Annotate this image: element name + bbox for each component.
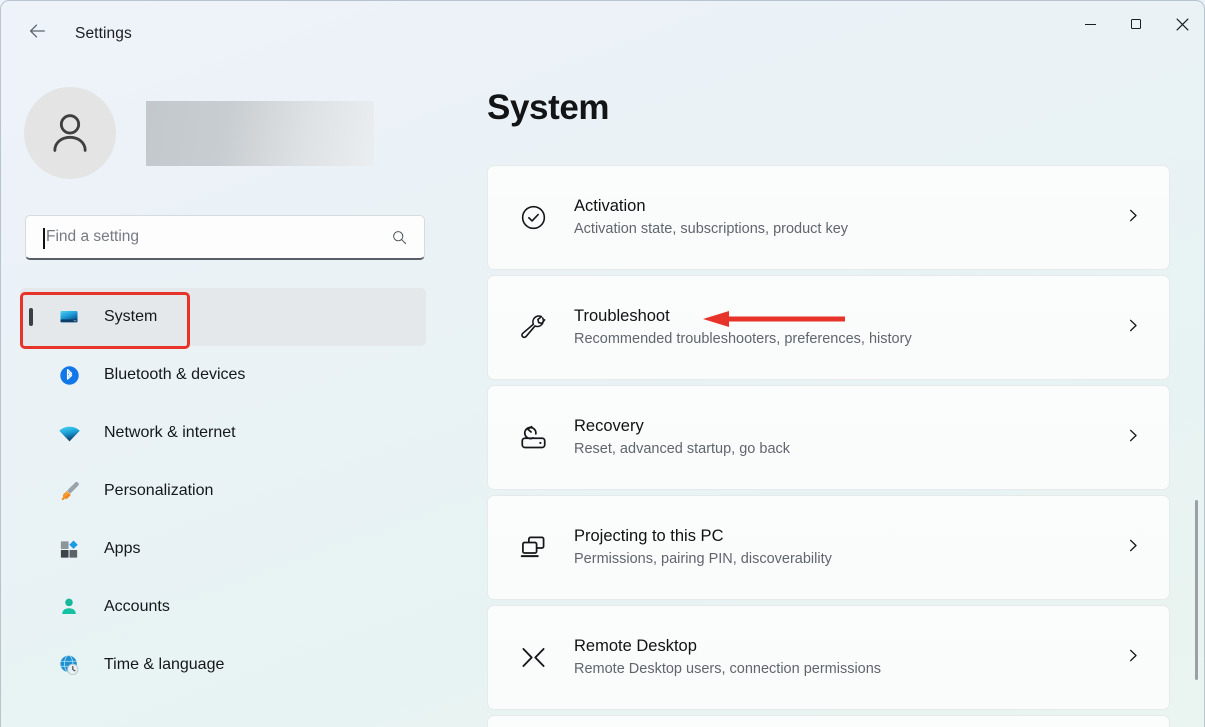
sidebar-item-label: Time & language — [104, 656, 224, 674]
search-field[interactable]: Find a setting — [25, 215, 425, 260]
sidebar-item-bluetooth-devices[interactable]: Bluetooth & devices — [20, 346, 426, 404]
card-title: Activation — [574, 195, 848, 217]
active-indicator — [29, 308, 33, 326]
close-icon — [1176, 18, 1189, 31]
card-subtitle: Reset, advanced startup, go back — [574, 440, 790, 460]
wrench-icon — [515, 310, 551, 346]
search-input[interactable]: Find a setting — [25, 215, 425, 260]
sidebar-item-personalization[interactable]: Personalization — [20, 462, 426, 520]
paintbrush-icon — [56, 478, 82, 504]
sidebar-item-label: System — [104, 308, 157, 326]
card-text: Troubleshoot Recommended troubleshooters… — [574, 305, 912, 350]
main-content: System Activation Activation state, subs… — [452, 60, 1205, 727]
chevron-right-icon[interactable] — [1125, 537, 1141, 558]
minimize-button[interactable] — [1067, 0, 1113, 48]
sidebar-item-time-language[interactable]: Time & language — [20, 636, 426, 694]
account-name-redacted — [146, 101, 374, 166]
card-title: Recovery — [574, 415, 790, 437]
card-subtitle: Activation state, subscriptions, product… — [574, 220, 848, 240]
settings-window: Settings — [0, 0, 1205, 727]
card-recovery[interactable]: Recovery Reset, advanced startup, go bac… — [487, 385, 1170, 490]
sidebar-item-network-internet[interactable]: Network & internet — [20, 404, 426, 462]
back-arrow-icon — [26, 20, 48, 42]
card-subtitle: Recommended troubleshooters, preferences… — [574, 330, 912, 350]
sidebar-item-label: Personalization — [104, 482, 213, 500]
sidebar-item-accounts[interactable]: Accounts — [20, 578, 426, 636]
settings-card-list: Activation Activation state, subscriptio… — [487, 165, 1170, 727]
card-subtitle: Permissions, pairing PIN, discoverabilit… — [574, 550, 832, 570]
card-text: Recovery Reset, advanced startup, go bac… — [574, 415, 790, 460]
projecting-screens-icon — [515, 530, 551, 566]
chevron-right-icon[interactable] — [1125, 317, 1141, 338]
card-title: Remote Desktop — [574, 635, 881, 657]
card-text: Projecting to this PC Permissions, pairi… — [574, 525, 832, 570]
vertical-scrollbar[interactable] — [1195, 500, 1198, 680]
remote-desktop-icon — [515, 640, 551, 676]
display-monitor-icon — [56, 304, 82, 330]
bluetooth-icon — [56, 362, 82, 388]
maximize-button[interactable] — [1113, 0, 1159, 48]
window-controls — [1067, 0, 1205, 48]
chevron-right-icon[interactable] — [1125, 647, 1141, 668]
sidebar-nav: System Bluetooth & devices — [20, 288, 426, 694]
card-activation[interactable]: Activation Activation state, subscriptio… — [487, 165, 1170, 270]
back-button[interactable] — [20, 19, 54, 43]
check-circle-icon — [515, 200, 551, 236]
maximize-icon — [1131, 19, 1141, 29]
chevron-right-icon[interactable] — [1125, 207, 1141, 228]
text-cursor — [43, 228, 45, 249]
person-avatar-icon — [44, 107, 96, 159]
search-icon[interactable] — [391, 229, 408, 251]
card-title: Troubleshoot — [574, 305, 912, 327]
card-remote-desktop[interactable]: Remote Desktop Remote Desktop users, con… — [487, 605, 1170, 710]
sidebar: Find a setting — [0, 60, 452, 727]
card-partial-next[interactable] — [487, 715, 1170, 727]
account-profile[interactable] — [24, 87, 374, 179]
minimize-icon — [1085, 24, 1096, 25]
card-projecting-to-this-pc[interactable]: Projecting to this PC Permissions, pairi… — [487, 495, 1170, 600]
card-troubleshoot[interactable]: Troubleshoot Recommended troubleshooters… — [487, 275, 1170, 380]
chevron-right-icon[interactable] — [1125, 427, 1141, 448]
apps-grid-icon — [56, 536, 82, 562]
search-placeholder: Find a setting — [46, 228, 139, 246]
globe-clock-icon — [56, 652, 82, 678]
card-subtitle: Remote Desktop users, connection permiss… — [574, 660, 881, 680]
window-title: Settings — [75, 25, 132, 43]
recovery-drive-icon — [515, 420, 551, 456]
sidebar-item-label: Apps — [104, 540, 140, 558]
title-bar: Settings — [0, 0, 1205, 60]
card-text: Activation Activation state, subscriptio… — [574, 195, 848, 240]
sidebar-item-apps[interactable]: Apps — [20, 520, 426, 578]
sidebar-item-label: Accounts — [104, 598, 170, 616]
person-icon — [56, 594, 82, 620]
wifi-icon — [56, 420, 82, 446]
sidebar-item-label: Bluetooth & devices — [104, 366, 245, 384]
close-button[interactable] — [1159, 0, 1205, 48]
card-text: Remote Desktop Remote Desktop users, con… — [574, 635, 881, 680]
sidebar-item-system[interactable]: System — [20, 288, 426, 346]
sidebar-item-label: Network & internet — [104, 424, 236, 442]
avatar — [24, 87, 116, 179]
card-title: Projecting to this PC — [574, 525, 832, 547]
page-title: System — [487, 88, 609, 128]
